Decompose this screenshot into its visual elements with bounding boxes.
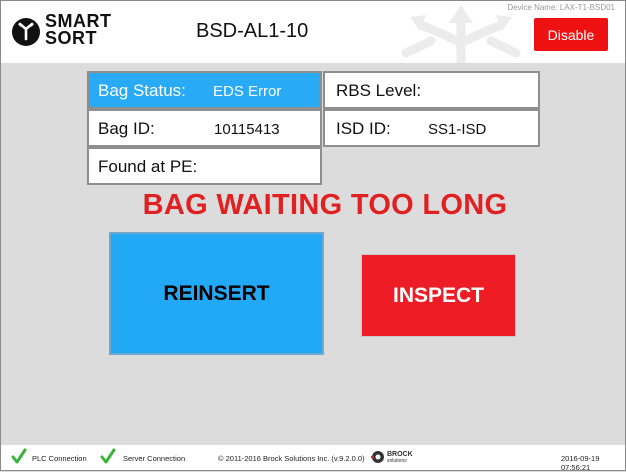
copyright-text: © 2011-2016 Brock Solutions Inc. (v.9.2.…: [218, 454, 365, 463]
logo-line-2: SORT: [45, 28, 98, 48]
status-footer: PLC Connection Server Connection © 2011-…: [1, 445, 625, 472]
isd-id-box: ISD ID: SS1-ISD: [323, 109, 540, 147]
bag-warning-message: BAG WAITING TOO LONG: [142, 189, 508, 221]
server-connection-check-icon: [100, 448, 116, 464]
bag-status-label: Bag Status:: [98, 81, 186, 100]
timestamp: 2016-09-19 07:56:21: [561, 454, 600, 472]
reinsert-button[interactable]: REINSERT: [109, 232, 324, 355]
brock-logo-text: BROCK solutions: [387, 451, 413, 465]
plc-connection-check-icon: [11, 448, 27, 464]
rbs-level-box: RBS Level:: [323, 71, 540, 109]
bag-status-value: EDS Error: [213, 83, 282, 100]
smart-sort-logo-icon: [12, 18, 40, 46]
found-at-pe-label: Found at PE:: [98, 157, 198, 176]
station-title: BSD-AL1-10: [196, 20, 309, 42]
bag-id-label: Bag ID:: [98, 119, 155, 138]
logo-wordmark: SMART SORT: [45, 12, 112, 48]
plc-connection-label: PLC Connection: [32, 454, 87, 463]
brock-logo-icon: [371, 451, 384, 463]
server-connection-label: Server Connection: [123, 454, 186, 463]
isd-id-label: ISD ID:: [336, 119, 391, 138]
isd-id-value: SS1-ISD: [428, 121, 487, 138]
bag-status-box: Bag Status: EDS Error: [87, 71, 322, 109]
brock-logo-line-2: solutions: [387, 458, 407, 464]
disable-button[interactable]: Disable: [534, 18, 608, 51]
bag-id-box: Bag ID: 10115413: [87, 109, 322, 147]
brock-logo-line-1: BROCK: [387, 451, 413, 458]
found-at-pe-box: Found at PE:: [87, 147, 322, 185]
rbs-level-label: RBS Level:: [336, 81, 422, 100]
sort-arrows-watermark-icon: [401, 5, 521, 63]
inspect-button[interactable]: INSPECT: [361, 254, 516, 337]
device-name: Device Name: LAX-T1-BSD01: [507, 3, 615, 12]
bag-id-value: 10115413: [214, 121, 280, 138]
header-bar: SMART SORT BSD-AL1-10 Device Name: LAX-T…: [1, 1, 625, 63]
